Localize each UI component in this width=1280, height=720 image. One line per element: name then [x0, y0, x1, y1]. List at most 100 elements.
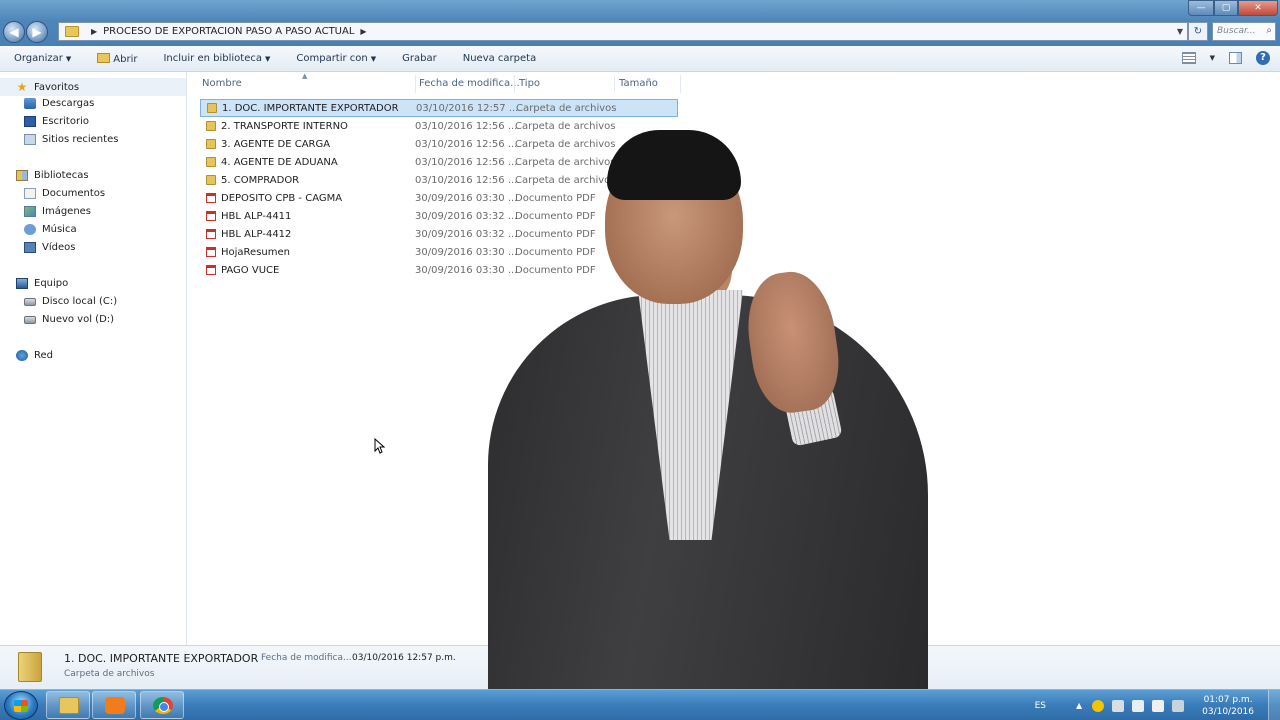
search-icon[interactable]: ⌕ [1266, 25, 1272, 36]
nav-network[interactable]: Red [16, 350, 53, 361]
breadcrumb-separator: ▶ [91, 27, 98, 36]
folder-icon [206, 157, 216, 167]
column-header-name[interactable]: Nombre [202, 78, 242, 89]
file-name: HBL ALP-4412 [221, 228, 292, 240]
file-row[interactable]: 4. AGENTE DE ADUANA 03/10/2016 12:56 ... C… [200, 153, 678, 171]
chevron-down-icon: ▼ [370, 55, 377, 63]
back-button[interactable]: ◀ [3, 21, 25, 43]
file-name: 2. TRANSPORTE INTERNO [221, 120, 348, 132]
column-header-date[interactable]: Fecha de modifica... [419, 78, 520, 89]
column-divider[interactable] [614, 75, 615, 93]
volume-icon[interactable] [1172, 699, 1185, 712]
nav-drive-d[interactable]: Nuevo vol (D:) [24, 314, 114, 325]
nav-videos[interactable]: Vídeos [24, 242, 75, 253]
file-row[interactable]: HBL ALP-4411 30/09/2016 03:32 ... Document… [200, 207, 678, 225]
file-type: Documento PDF [515, 264, 596, 276]
title-bar: ◀ ▶ ▶ PROCESO DE EXPORTACION PASO A PASO… [0, 0, 1280, 46]
chrome-icon [153, 697, 173, 714]
file-date: 03/10/2016 12:56 ... [415, 138, 518, 150]
file-type: Carpeta de archivos [516, 102, 617, 114]
computer-icon [16, 278, 28, 289]
breadcrumb[interactable]: PROCESO DE EXPORTACION PASO A PASO ACTUA… [103, 26, 354, 37]
column-header-type[interactable]: Tipo [519, 78, 540, 89]
nav-documents[interactable]: Documentos [24, 188, 105, 199]
preview-pane-icon[interactable] [1229, 52, 1242, 64]
folder-icon [18, 652, 42, 682]
file-type: Documento PDF [515, 246, 596, 258]
file-date: 30/09/2016 03:30 ... [415, 264, 518, 276]
file-name: DEPOSITO CPB - CAGMA [221, 192, 343, 204]
file-date: 30/09/2016 03:30 ... [415, 246, 518, 258]
clock-time: 01:07 p.m. [1203, 694, 1253, 705]
details-date-label: Fecha de modifica... [261, 653, 352, 663]
new-folder-button[interactable]: Nueva carpeta [463, 53, 536, 64]
close-button[interactable]: ✕ [1238, 0, 1278, 16]
norton-icon[interactable] [1092, 699, 1105, 712]
network-tray-icon[interactable] [1152, 699, 1165, 712]
address-bar[interactable]: ▶ PROCESO DE EXPORTACION PASO A PASO ACT… [58, 22, 1188, 41]
file-list: ▲ Nombre Fecha de modifica... Tipo Tamañ… [188, 72, 1280, 645]
start-button[interactable] [4, 691, 38, 720]
maximize-button[interactable]: ▢ [1214, 0, 1238, 16]
file-name: 5. COMPRADOR [221, 174, 300, 186]
pdf-icon [206, 247, 216, 257]
file-type: Documento PDF [515, 192, 596, 204]
column-divider[interactable] [415, 75, 416, 93]
desktop-icon [24, 116, 36, 127]
file-date: 03/10/2016 12:56 ... [415, 120, 518, 132]
include-library-menu[interactable]: Incluir en biblioteca ▼ [163, 53, 270, 64]
file-row[interactable]: 3. AGENTE DE CARGA 03/10/2016 12:56 ... Ca… [200, 135, 678, 153]
file-row[interactable]: 2. TRANSPORTE INTERNO 03/10/2016 12:56 ..… [200, 117, 678, 135]
breadcrumb-chevron-icon[interactable]: ▶ [360, 27, 366, 36]
nav-music[interactable]: Música [24, 224, 77, 235]
file-row[interactable]: HBL ALP-4412 30/09/2016 03:32 ... Document… [200, 225, 678, 243]
open-button[interactable]: Abrir [97, 52, 137, 65]
libraries-icon [16, 170, 28, 181]
nav-drive-c[interactable]: Disco local (C:) [24, 296, 117, 307]
organize-menu[interactable]: Organizar ▼ [14, 53, 71, 64]
column-divider[interactable] [680, 75, 681, 93]
file-date: 03/10/2016 12:56 ... [415, 156, 518, 168]
file-row[interactable]: 5. COMPRADOR 03/10/2016 12:56 ... Carpeta … [200, 171, 678, 189]
nav-favorites[interactable]: ★ Favoritos [0, 78, 186, 96]
file-type: Carpeta de archivos [515, 156, 616, 168]
taskbar-explorer[interactable] [46, 691, 90, 719]
column-divider[interactable] [514, 75, 515, 93]
view-options-icon[interactable] [1181, 52, 1196, 64]
taskbar-media-player[interactable] [92, 691, 136, 719]
action-center-flag-icon[interactable] [1132, 699, 1145, 712]
music-icon [24, 224, 36, 235]
file-row[interactable]: PAGO VUCE 30/09/2016 03:30 ... Documento P… [200, 261, 678, 279]
file-row[interactable]: HojaResumen 30/09/2016 03:30 ... Documento… [200, 243, 678, 261]
nav-libraries[interactable]: Bibliotecas [16, 170, 89, 181]
nav-computer[interactable]: Equipo [16, 278, 68, 289]
file-row[interactable]: 1. DOC. IMPORTANTE EXPORTADOR 03/10/2016 … [200, 99, 678, 117]
folder-icon [207, 103, 217, 113]
burn-button[interactable]: Grabar [402, 53, 437, 64]
file-date: 30/09/2016 03:30 ... [415, 192, 518, 204]
search-input[interactable]: Buscar... ⌕ [1212, 22, 1276, 41]
refresh-button[interactable]: ↻ [1188, 22, 1208, 41]
drive-icon [24, 297, 36, 306]
view-dropdown-icon[interactable]: ▼ [1210, 54, 1215, 62]
address-dropdown-icon[interactable]: ▼ [1177, 27, 1183, 36]
taskbar-chrome[interactable] [140, 691, 184, 719]
language-indicator[interactable]: ES [1035, 701, 1046, 711]
share-menu[interactable]: Compartir con ▼ [296, 53, 376, 64]
file-row[interactable]: DEPOSITO CPB - CAGMA 30/09/2016 03:30 ...… [200, 189, 678, 207]
tray-app-icon[interactable] [1112, 699, 1125, 712]
file-type: Carpeta de archivos [515, 138, 616, 150]
help-icon[interactable]: ? [1256, 51, 1270, 65]
nav-recent[interactable]: Sitios recientes [24, 134, 118, 145]
clock[interactable]: 01:07 p.m. 03/10/2016 [1202, 694, 1254, 718]
show-desktop-button[interactable] [1268, 690, 1280, 720]
nav-desktop[interactable]: Escritorio [24, 116, 89, 127]
minimize-button[interactable]: — [1188, 0, 1214, 16]
chevron-down-icon: ▼ [264, 55, 271, 63]
show-hidden-icons-icon[interactable]: ▲ [1076, 701, 1082, 710]
nav-images[interactable]: Imágenes [24, 206, 91, 217]
forward-button[interactable]: ▶ [26, 21, 48, 43]
column-header-size[interactable]: Tamaño [619, 78, 658, 89]
file-date: 30/09/2016 03:32 ... [415, 210, 518, 222]
nav-downloads[interactable]: Descargas [24, 98, 94, 109]
